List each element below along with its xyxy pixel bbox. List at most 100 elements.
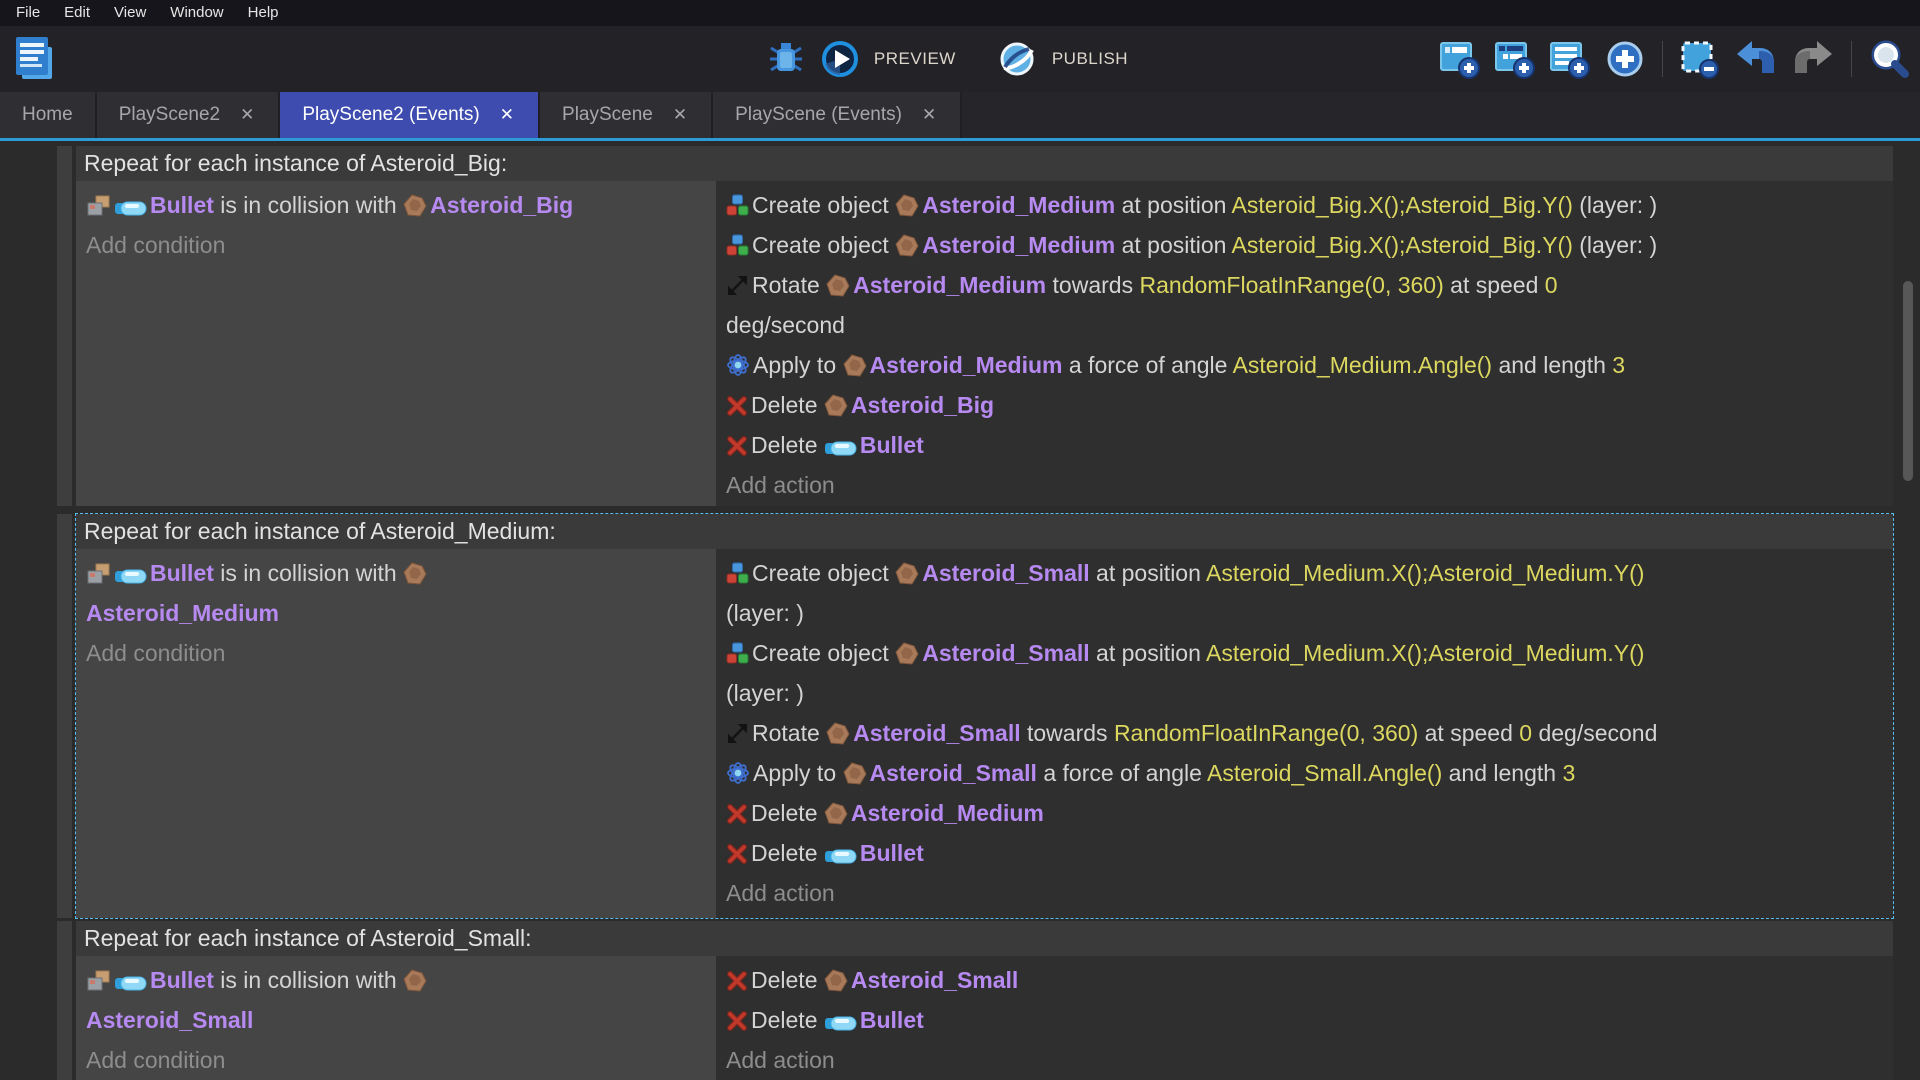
- event-header[interactable]: Repeat for each instance of Asteroid_Sma…: [76, 921, 1893, 956]
- tab-close-icon[interactable]: ✕: [498, 105, 516, 125]
- add-action-button[interactable]: Add action: [726, 1040, 1893, 1080]
- conditions-panel[interactable]: Bullet is in collision with Asteroid_Big…: [76, 181, 716, 506]
- event-drag-handle[interactable]: [57, 514, 72, 918]
- event-action-row[interactable]: Create object Asteroid_Small at position…: [726, 633, 1893, 673]
- add-comment-icon[interactable]: [1549, 38, 1591, 80]
- object-name: Asteroid_Big: [430, 192, 573, 218]
- asteroid-icon: [403, 192, 430, 218]
- tab-close-icon[interactable]: ✕: [920, 105, 938, 125]
- vertical-scrollbar[interactable]: [1903, 281, 1913, 481]
- event-action-row[interactable]: (layer: ): [726, 593, 1893, 633]
- event-action-row[interactable]: Delete Asteroid_Medium: [726, 793, 1893, 833]
- event-block-3[interactable]: Repeat for each instance of Asteroid_Sma…: [76, 921, 1893, 1080]
- debug-icon[interactable]: [766, 39, 806, 79]
- asteroid-icon: [895, 192, 922, 218]
- select-instruction-icon[interactable]: [1679, 38, 1721, 80]
- menu-item-window[interactable]: Window: [158, 0, 235, 26]
- publish-planet-icon[interactable]: [996, 38, 1038, 80]
- add-subevent-icon[interactable]: [1494, 38, 1536, 80]
- event-action-row[interactable]: Delete Asteroid_Big: [726, 385, 1893, 425]
- instruction-text: at position: [1115, 232, 1231, 258]
- preview-button-label[interactable]: PREVIEW: [874, 49, 956, 69]
- event-block-2[interactable]: Repeat for each instance of Asteroid_Med…: [76, 514, 1893, 918]
- menu-item-view[interactable]: View: [102, 0, 158, 26]
- instruction-text: is in collision with: [214, 192, 403, 218]
- event-action-row[interactable]: Create object Asteroid_Small at position…: [726, 553, 1893, 593]
- event-action-row[interactable]: deg/second: [726, 305, 1893, 345]
- add-condition-button[interactable]: Add condition: [86, 225, 706, 265]
- preview-play-icon[interactable]: [820, 39, 860, 79]
- bullet-object-icon: [114, 560, 150, 586]
- delete-icon: [726, 432, 751, 458]
- instruction-text: is in collision with: [214, 967, 403, 993]
- object-name: Asteroid_Medium: [853, 272, 1046, 298]
- add-action-button[interactable]: Add action: [726, 873, 1893, 913]
- event-condition-row[interactable]: Bullet is in collision with Asteroid_Big: [86, 185, 706, 225]
- undo-icon[interactable]: [1734, 39, 1778, 79]
- actions-panel[interactable]: Create object Asteroid_Small at position…: [716, 549, 1893, 918]
- actions-panel[interactable]: Delete Asteroid_SmallDelete BulletAdd ac…: [716, 956, 1893, 1080]
- event-action-row[interactable]: Delete Bullet: [726, 425, 1893, 465]
- event-action-row[interactable]: Rotate Asteroid_Small towards RandomFloa…: [726, 713, 1893, 753]
- menu-item-edit[interactable]: Edit: [52, 0, 102, 26]
- instruction-text: Create object: [752, 640, 895, 666]
- object-name: Bullet: [150, 967, 214, 993]
- instruction-text: deg/second: [1532, 720, 1657, 746]
- instruction-text: Delete: [751, 392, 824, 418]
- event-drag-handle[interactable]: [57, 921, 72, 1080]
- instruction-text: and length: [1442, 760, 1562, 786]
- tab-playscene2[interactable]: PlayScene2✕: [97, 92, 281, 138]
- tab-home[interactable]: Home: [0, 92, 97, 138]
- tab-close-icon[interactable]: ✕: [671, 105, 689, 125]
- tab-playscene-events-[interactable]: PlayScene (Events)✕: [713, 92, 962, 138]
- tab-close-icon[interactable]: ✕: [238, 105, 256, 125]
- event-condition-row[interactable]: Asteroid_Small: [86, 1000, 706, 1040]
- event-drag-handle[interactable]: [57, 146, 72, 506]
- collision-icon: [86, 967, 114, 993]
- event-action-row[interactable]: Rotate Asteroid_Medium towards RandomFlo…: [726, 265, 1893, 305]
- event-header[interactable]: Repeat for each instance of Asteroid_Med…: [76, 514, 1893, 549]
- event-action-row[interactable]: Delete Asteroid_Small: [726, 960, 1893, 1000]
- redo-icon[interactable]: [1791, 39, 1835, 79]
- menu-item-file[interactable]: File: [4, 0, 52, 26]
- publish-button-label[interactable]: PUBLISH: [1052, 49, 1128, 69]
- event-action-row[interactable]: Delete Bullet: [726, 1000, 1893, 1040]
- event-action-row[interactable]: Apply to Asteroid_Medium a force of angl…: [726, 345, 1893, 385]
- events-sheet[interactable]: Repeat for each instance of Asteroid_Big…: [0, 141, 1920, 1080]
- event-header[interactable]: Repeat for each instance of Asteroid_Big…: [76, 146, 1893, 181]
- event-action-row[interactable]: Create object Asteroid_Medium at positio…: [726, 225, 1893, 265]
- tab-playscene[interactable]: PlayScene✕: [540, 92, 713, 138]
- add-condition-button[interactable]: Add condition: [86, 1040, 706, 1080]
- add-circle-icon[interactable]: [1604, 38, 1646, 80]
- create-object-icon: [726, 192, 752, 218]
- asteroid-icon: [826, 272, 853, 298]
- add-event-icon[interactable]: [1439, 38, 1481, 80]
- delete-icon: [726, 800, 751, 826]
- event-action-row[interactable]: (layer: ): [726, 673, 1893, 713]
- menu-item-help[interactable]: Help: [236, 0, 291, 26]
- event-action-row[interactable]: Apply to Asteroid_Small a force of angle…: [726, 753, 1893, 793]
- event-condition-row[interactable]: Bullet is in collision with: [86, 553, 706, 593]
- object-name: Asteroid_Small: [922, 640, 1089, 666]
- asteroid-icon: [824, 392, 851, 418]
- conditions-panel[interactable]: Bullet is in collision with Asteroid_Med…: [76, 549, 716, 918]
- create-object-icon: [726, 232, 752, 258]
- add-action-button[interactable]: Add action: [726, 465, 1893, 505]
- search-icon[interactable]: [1868, 38, 1910, 80]
- tab-playscene2-events-[interactable]: PlayScene2 (Events)✕: [280, 92, 540, 138]
- event-action-row[interactable]: Delete Bullet: [726, 833, 1893, 873]
- event-condition-row[interactable]: Bullet is in collision with: [86, 960, 706, 1000]
- add-condition-button[interactable]: Add condition: [86, 633, 706, 673]
- asteroid-icon: [895, 560, 922, 586]
- bullet-object-icon: [824, 1007, 860, 1033]
- actions-panel[interactable]: Create object Asteroid_Medium at positio…: [716, 181, 1893, 506]
- expression-text: Asteroid_Small.Angle(): [1207, 760, 1442, 786]
- object-name: Asteroid_Medium: [922, 232, 1115, 258]
- event-action-row[interactable]: Create object Asteroid_Medium at positio…: [726, 185, 1893, 225]
- asteroid-icon: [403, 967, 430, 993]
- object-name: Bullet: [860, 840, 924, 866]
- event-block-1[interactable]: Repeat for each instance of Asteroid_Big…: [76, 146, 1893, 506]
- conditions-panel[interactable]: Bullet is in collision with Asteroid_Sma…: [76, 956, 716, 1080]
- instruction-text: Add action: [726, 472, 835, 498]
- event-condition-row[interactable]: Asteroid_Medium: [86, 593, 706, 633]
